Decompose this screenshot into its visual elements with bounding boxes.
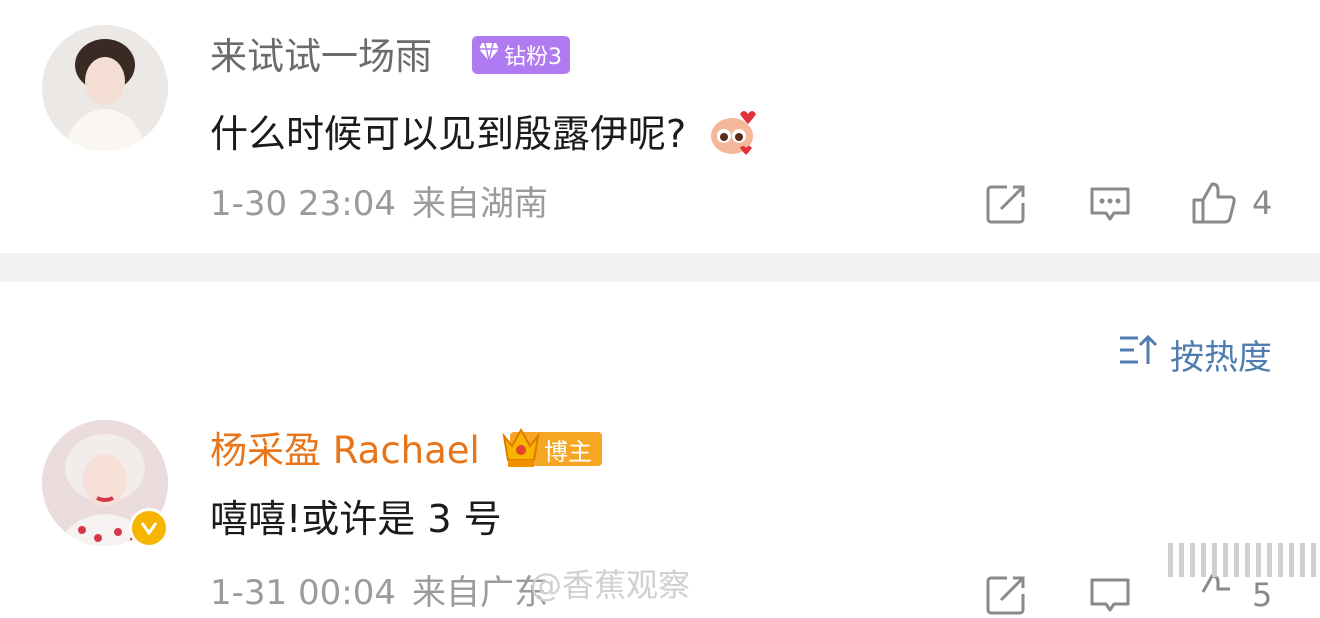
sort-by-hot-button[interactable]: 按热度 <box>1118 330 1272 379</box>
share-icon[interactable] <box>985 183 1027 225</box>
comment-location: 来自广东 <box>411 573 548 613</box>
like-button[interactable]: 5 <box>1190 572 1272 618</box>
reply-icon[interactable] <box>1088 576 1132 616</box>
sort-icon <box>1118 333 1158 376</box>
avatar[interactable] <box>42 25 168 151</box>
fan-badge[interactable]: 钻粉3 <box>472 36 570 74</box>
cute-emoji-sticker-icon <box>704 104 761 164</box>
thumbs-up-icon <box>1190 572 1238 618</box>
reply-icon[interactable] <box>1088 185 1132 225</box>
like-count: 4 <box>1252 184 1273 222</box>
sort-label: 按热度 <box>1170 338 1272 378</box>
thumbs-up-icon <box>1190 180 1238 226</box>
watermark-bars-icon <box>1168 543 1320 577</box>
share-icon[interactable] <box>985 574 1027 616</box>
verified-icon <box>129 508 169 548</box>
watermark-text: @香蕉观察 <box>530 566 691 604</box>
comment-timestamp: 1-30 23:04 <box>210 184 396 224</box>
diamond-icon <box>478 42 500 68</box>
comment-location: 来自湖南 <box>411 184 548 224</box>
like-count: 5 <box>1252 576 1273 614</box>
comment-text: 什么时候可以见到殷露伊呢? <box>210 112 687 156</box>
watermark: @香蕉观察 <box>530 560 690 606</box>
comment-username[interactable]: 杨采盈 Rachael <box>210 432 480 469</box>
like-button[interactable]: 4 <box>1190 180 1272 226</box>
section-divider <box>0 253 1320 282</box>
comment-text: 嘻嘻!或许是 3 号 <box>210 497 502 541</box>
blogger-badge[interactable]: 博主 <box>502 427 602 467</box>
fan-badge-label: 钻粉3 <box>504 45 562 70</box>
comment-timestamp: 1-31 00:04 <box>210 573 396 613</box>
blogger-badge-label: 博主 <box>544 437 592 466</box>
crown-icon <box>500 422 542 470</box>
comment-username[interactable]: 来试试一场雨 <box>210 38 432 75</box>
